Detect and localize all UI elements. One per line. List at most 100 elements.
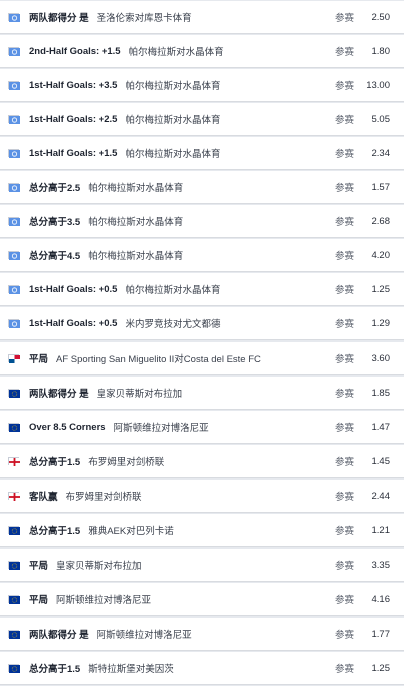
odds-value[interactable]: 2.68 — [364, 216, 391, 227]
odds-value[interactable]: 1.25 — [364, 284, 391, 295]
bet-row[interactable]: 1st-Half Goals: +1.5 帕尔梅拉斯对水晶体育 参赛 2.34 — [0, 137, 404, 169]
event-name: 布罗姆里对剑桥联 — [88, 457, 165, 468]
bet-row[interactable]: 1st-Half Goals: +3.5 帕尔梅拉斯对水晶体育 参赛 13.00 — [0, 69, 404, 101]
odds-value[interactable]: 5.05 — [364, 114, 391, 125]
market-name: 平局 — [29, 595, 49, 606]
flag-un-icon — [8, 217, 20, 226]
flag-pa-icon — [8, 354, 20, 363]
event-name: 阿斯顿维拉对博洛尼亚 — [113, 423, 209, 434]
market-name: 1st-Half Goals: +2.5 — [29, 113, 118, 125]
participate-label: 参赛 — [334, 526, 354, 537]
market-name: 两队都得分 是 — [29, 630, 89, 641]
odds-value[interactable]: 2.44 — [364, 491, 391, 502]
participate-label: 参赛 — [334, 492, 354, 503]
event-name: 帕尔梅拉斯对水晶体育 — [88, 251, 184, 262]
odds-value[interactable]: 1.47 — [364, 422, 391, 433]
event-name: 阿斯顿维拉对博洛尼亚 — [96, 630, 192, 641]
bet-row[interactable]: 1st-Half Goals: +0.5 米内罗竞技对尤文都德 参赛 1.29 — [0, 307, 404, 339]
event-name: 帕尔梅拉斯对水晶体育 — [128, 47, 224, 58]
market-name: 两队都得分 是 — [29, 389, 89, 400]
bet-row[interactable]: 1st-Half Goals: +0.5 帕尔梅拉斯对水晶体育 参赛 1.25 — [0, 273, 404, 305]
flag-un-icon — [8, 13, 20, 22]
odds-value[interactable]: 1.25 — [364, 663, 391, 674]
flag-en-icon — [8, 457, 20, 466]
participate-label: 参赛 — [334, 664, 354, 675]
bet-row[interactable]: 总分高于2.5 帕尔梅拉斯对水晶体育 参赛 1.57 — [0, 171, 404, 203]
bet-row[interactable]: 总分高于1.5 斯特拉斯堡对美因茨 参赛 1.25 — [0, 652, 404, 684]
participate-label: 参赛 — [334, 354, 354, 365]
event-name: AF Sporting San Miguelito II对Costa del E… — [56, 354, 261, 365]
market-name: 总分高于1.5 — [29, 457, 81, 468]
bet-row[interactable]: Over 8.5 Corners 阿斯顿维拉对博洛尼亚 参赛 1.47 — [0, 411, 404, 443]
event-name: 圣洛伦索对库恩卡体育 — [96, 13, 192, 24]
odds-value[interactable]: 1.45 — [364, 456, 391, 467]
participate-label: 参赛 — [334, 13, 354, 24]
participate-label: 参赛 — [334, 319, 354, 330]
event-name: 布罗姆里对剑桥联 — [65, 492, 142, 503]
market-name: 总分高于1.5 — [29, 526, 81, 537]
flag-eu-icon — [8, 526, 20, 535]
event-name: 帕尔梅拉斯对水晶体育 — [125, 149, 221, 160]
participate-label: 参赛 — [334, 183, 354, 194]
event-name: 斯特拉斯堡对美因茨 — [88, 664, 174, 675]
flag-eu-icon — [8, 595, 20, 604]
market-name: 1st-Half Goals: +0.5 — [29, 317, 118, 329]
odds-value[interactable]: 4.20 — [364, 250, 391, 261]
odds-value[interactable]: 2.50 — [364, 12, 391, 23]
bet-row[interactable]: 平局 皇家贝蒂斯对布拉加 参赛 3.35 — [0, 549, 404, 581]
participate-label: 参赛 — [334, 457, 354, 468]
event-name: 阿斯顿维拉对博洛尼亚 — [56, 595, 152, 606]
event-name: 帕尔梅拉斯对水晶体育 — [125, 115, 221, 126]
market-name: 1st-Half Goals: +3.5 — [29, 79, 118, 91]
bet-row[interactable]: 两队都得分 是皇家贝蒂斯对布拉加 参赛 1.85 — [0, 377, 404, 409]
market-name: 两队都得分 是 — [29, 13, 89, 24]
odds-value[interactable]: 4.16 — [364, 594, 391, 605]
bet-row[interactable]: 2nd-Half Goals: +1.5 帕尔梅拉斯对水晶体育 参赛 1.80 — [0, 35, 404, 67]
flag-eu-icon — [8, 423, 20, 432]
flag-un-icon — [8, 251, 20, 260]
market-name: 平局 — [29, 354, 49, 365]
participate-label: 参赛 — [334, 595, 354, 606]
odds-value[interactable]: 13.00 — [364, 80, 390, 91]
odds-value[interactable]: 3.35 — [364, 560, 391, 571]
odds-value[interactable]: 1.77 — [364, 629, 391, 640]
event-name: 皇家贝蒂斯对布拉加 — [56, 561, 142, 572]
bet-row[interactable]: 总分高于3.5 帕尔梅拉斯对水晶体育 参赛 2.68 — [0, 205, 404, 237]
bet-row[interactable]: 平局 阿斯顿维拉对博洛尼亚 参赛 4.16 — [0, 583, 404, 615]
participate-label: 参赛 — [334, 217, 354, 228]
flag-en-icon — [8, 492, 20, 501]
event-name: 帕尔梅拉斯对水晶体育 — [125, 81, 221, 92]
flag-eu-icon — [8, 630, 20, 639]
bet-row[interactable]: 总分高于1.5 布罗姆里对剑桥联 参赛 1.45 — [0, 445, 404, 477]
odds-value[interactable]: 1.80 — [364, 46, 391, 57]
flag-eu-icon — [8, 561, 20, 570]
participate-label: 参赛 — [334, 47, 354, 58]
participate-label: 参赛 — [334, 81, 354, 92]
flag-un-icon — [8, 183, 20, 192]
odds-value[interactable]: 1.29 — [364, 318, 391, 329]
event-name: 米内罗竞技对尤文都德 — [125, 319, 221, 330]
odds-value[interactable]: 3.60 — [364, 353, 391, 364]
event-name: 雅典AEK对巴列卡诺 — [88, 526, 174, 537]
odds-value[interactable]: 1.57 — [364, 182, 391, 193]
event-name: 帕尔梅拉斯对水晶体育 — [125, 285, 221, 296]
participate-label: 参赛 — [334, 285, 354, 296]
flag-un-icon — [8, 149, 20, 158]
odds-value[interactable]: 2.34 — [364, 148, 391, 159]
odds-value[interactable]: 1.21 — [364, 525, 391, 536]
participate-label: 参赛 — [334, 423, 354, 434]
bet-row[interactable]: 两队都得分 是圣洛伦索对库恩卡体育 参赛 2.50 — [0, 1, 404, 33]
odds-value[interactable]: 1.85 — [364, 388, 391, 399]
bet-row[interactable]: 客队赢 布罗姆里对剑桥联 参赛 2.44 — [0, 480, 404, 512]
bet-row[interactable]: 总分高于4.5 帕尔梅拉斯对水晶体育 参赛 4.20 — [0, 239, 404, 271]
bet-row[interactable]: 总分高于1.5 雅典AEK对巴列卡诺 参赛 1.21 — [0, 514, 404, 546]
market-name: 总分高于4.5 — [29, 251, 81, 262]
flag-un-icon — [8, 81, 20, 90]
bet-row[interactable]: 两队都得分 是阿斯顿维拉对博洛尼亚 参赛 1.77 — [0, 618, 404, 650]
bet-row[interactable]: 平局 AF Sporting San Miguelito II对Costa del… — [0, 342, 404, 374]
market-name: 2nd-Half Goals: +1.5 — [29, 45, 121, 57]
participate-label: 参赛 — [334, 115, 354, 126]
market-name: 总分高于1.5 — [29, 664, 81, 675]
bet-row[interactable]: 1st-Half Goals: +2.5 帕尔梅拉斯对水晶体育 参赛 5.05 — [0, 103, 404, 135]
event-name: 帕尔梅拉斯对水晶体育 — [88, 183, 184, 194]
